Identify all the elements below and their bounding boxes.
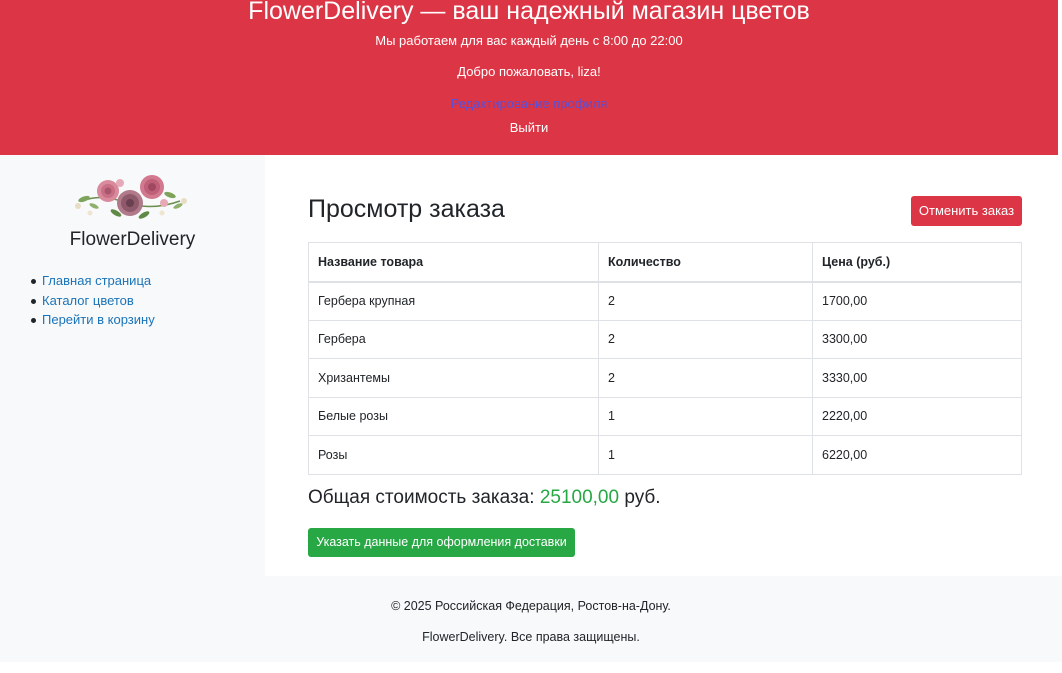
site-footer: © 2025 Российская Федерация, Ростов-на-Д…: [0, 576, 1062, 662]
cell-product: Белые розы: [308, 396, 599, 436]
edit-profile-container: Редактирование профиля: [0, 95, 1058, 113]
brand-name: FlowerDelivery: [69, 229, 196, 250]
sidebar-item-catalog: Каталог цветов: [31, 291, 155, 311]
order-total-value: 25100,00: [539, 487, 620, 508]
order-total: Общая стоимость заказа: 25100,00 руб.: [308, 485, 661, 511]
table-row: Гербера крупная 2 1700,00: [308, 281, 1022, 321]
cell-product: Гербера: [308, 319, 599, 359]
page-title: Просмотр заказа: [308, 195, 505, 223]
sidebar: FlowerDelivery Главная страница Каталог …: [0, 155, 265, 576]
column-header-quantity: Количество: [598, 242, 813, 283]
flower-bouquet-icon[interactable]: [72, 173, 190, 223]
delivery-details-button[interactable]: Указать данные для оформления доставки: [308, 528, 575, 557]
working-hours: Мы работаем для вас каждый день с 8:00 д…: [375, 33, 683, 48]
logout-link[interactable]: Выйти: [510, 120, 549, 135]
column-header-product: Название товара: [308, 242, 599, 283]
sidebar-item-catalog-link[interactable]: Каталог цветов: [42, 293, 134, 308]
table-header-row: Название товара Количество Цена (руб.): [308, 242, 1022, 283]
cell-price: 2220,00: [812, 396, 1022, 436]
cell-price: 3300,00: [812, 319, 1022, 359]
cell-quantity: 1: [598, 435, 813, 475]
table-row: Хризантемы 2 3330,00: [308, 358, 1022, 398]
cell-product: Розы: [308, 435, 599, 475]
table-row: Белые розы 1 2220,00: [308, 396, 1022, 436]
cell-price: 6220,00: [812, 435, 1022, 475]
sidebar-item-home-link[interactable]: Главная страница: [42, 273, 151, 288]
cell-product: Гербера крупная: [308, 281, 599, 321]
cell-price: 3330,00: [812, 358, 1022, 398]
cancel-order-button[interactable]: Отменить заказ: [911, 196, 1022, 226]
column-header-price: Цена (руб.): [812, 242, 1022, 283]
welcome-message: Добро пожаловать, liza!: [457, 64, 601, 79]
cell-price: 1700,00: [812, 281, 1022, 321]
site-title: FlowerDelivery — ваш надежный магазин цв…: [248, 0, 810, 25]
order-total-label: Общая стоимость заказа:: [308, 487, 535, 508]
cell-quantity: 2: [598, 358, 813, 398]
site-header: FlowerDelivery — ваш надежный магазин цв…: [0, 0, 1058, 155]
cell-quantity: 2: [598, 319, 813, 359]
order-total-currency: руб.: [624, 487, 661, 508]
cell-quantity: 1: [598, 396, 813, 436]
main-content: Просмотр заказа Отменить заказ Название …: [265, 155, 1062, 576]
cell-quantity: 2: [598, 281, 813, 321]
sidebar-item-cart: Перейти в корзину: [31, 310, 155, 330]
sidebar-item-cart-link[interactable]: Перейти в корзину: [42, 312, 155, 327]
footer-copyright: © 2025 Российская Федерация, Ростов-на-Д…: [391, 599, 671, 613]
table-row: Гербера 2 3300,00: [308, 319, 1022, 359]
cell-product: Хризантемы: [308, 358, 599, 398]
order-table: Название товара Количество Цена (руб.) Г…: [308, 242, 1022, 475]
logout-container: Выйти: [0, 119, 1058, 137]
table-row: Розы 1 6220,00: [308, 435, 1022, 475]
edit-profile-link[interactable]: Редактирование профиля: [451, 96, 608, 111]
footer-rights: FlowerDelivery. Все права защищены.: [422, 630, 640, 644]
sidebar-nav: Главная страница Каталог цветов Перейти …: [31, 271, 155, 330]
sidebar-item-home: Главная страница: [31, 271, 155, 291]
